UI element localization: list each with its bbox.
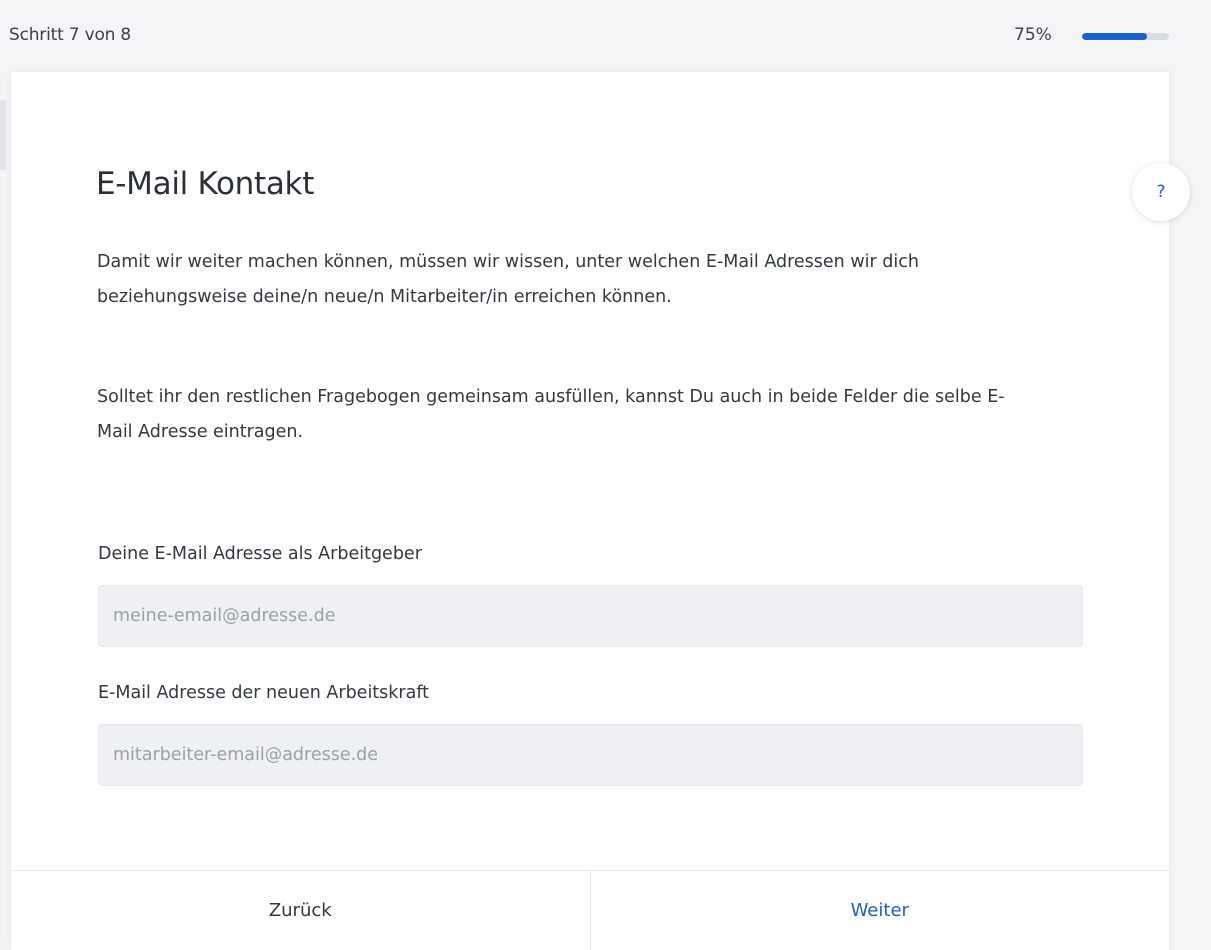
next-button[interactable]: Weiter	[590, 871, 1169, 950]
employee-email-field[interactable]	[98, 724, 1083, 786]
back-button[interactable]: Zurück	[11, 871, 591, 950]
employer-email-label: Deine E-Mail Adresse als Arbeitgeber	[98, 544, 422, 564]
help-button[interactable]: ?	[1132, 163, 1190, 221]
progress-bar	[1082, 33, 1169, 40]
background-panel-edge	[0, 100, 6, 170]
progress-header: Schritt 7 von 8 75%	[0, 0, 1211, 72]
step-indicator: Schritt 7 von 8	[9, 25, 132, 45]
progress-percent: 75%	[1014, 25, 1052, 45]
form-card	[11, 72, 1169, 950]
hint-paragraph: Solltet ihr den restlichen Fragebogen ge…	[97, 387, 1005, 442]
employer-email-field[interactable]	[98, 585, 1083, 647]
question-icon: ?	[1156, 182, 1166, 202]
page-title: E-Mail Kontakt	[96, 166, 315, 202]
employee-email-label: E-Mail Adresse der neuen Arbeitskraft	[98, 683, 430, 703]
form-footer: Zurück Weiter	[11, 870, 1169, 950]
progress-bar-fill	[1082, 33, 1148, 40]
intro-paragraph: Damit wir weiter machen können, müssen w…	[97, 252, 919, 307]
